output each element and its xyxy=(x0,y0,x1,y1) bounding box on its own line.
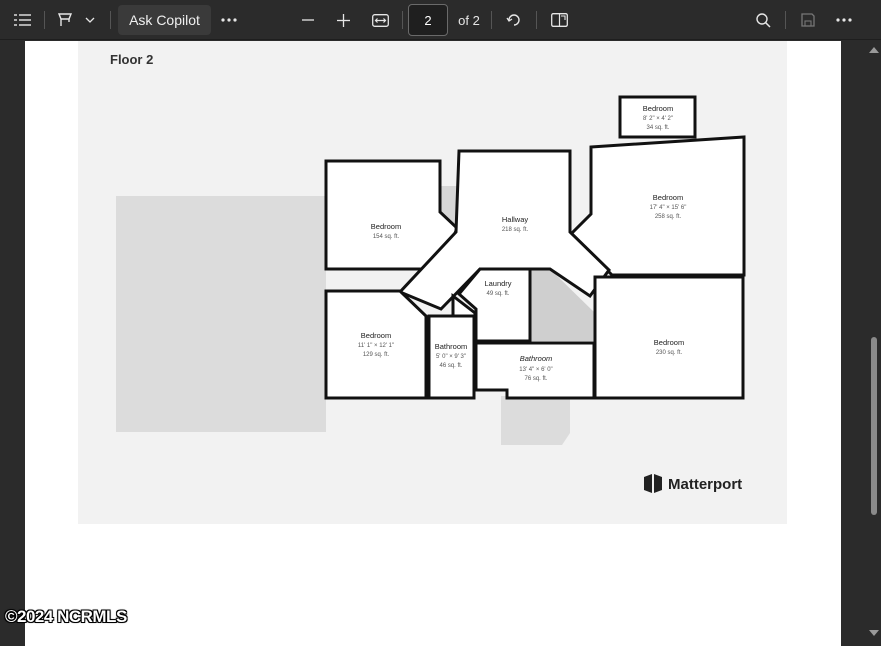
ask-copilot-button[interactable]: Ask Copilot xyxy=(118,5,211,35)
room-name: Bathroom xyxy=(435,342,468,351)
room-area: 154 sq. ft. xyxy=(373,234,400,240)
room-area: 129 sq. ft. xyxy=(363,352,390,358)
matterport-wordmark: Matterport xyxy=(668,476,742,493)
room-name: Bedroom xyxy=(371,222,401,231)
toolbar-divider xyxy=(110,11,111,29)
page-total-label: of 2 xyxy=(458,12,480,28)
rotate-icon[interactable] xyxy=(501,5,527,35)
more-icon[interactable] xyxy=(831,5,857,35)
pdf-page: Floor 2 Bedroom 8' 2" × 4' 2" 34 sq. ft.… xyxy=(25,41,841,646)
toolbar-divider xyxy=(402,11,403,29)
room-dimensions: 17' 4" × 15' 6" xyxy=(650,205,687,211)
exterior-shade xyxy=(116,196,326,432)
room-area: 218 sq. ft. xyxy=(502,227,529,233)
room-area: 258 sq. ft. xyxy=(655,214,682,220)
zoom-out-icon[interactable] xyxy=(295,5,321,35)
vertical-scrollbar[interactable] xyxy=(866,41,881,646)
fit-width-icon[interactable] xyxy=(366,5,394,35)
toolbar-divider xyxy=(536,11,537,29)
scroll-down-icon[interactable] xyxy=(869,630,879,636)
pdf-toolbar: Ask Copilot 2 of 2 xyxy=(0,0,881,40)
scrollbar-thumb[interactable] xyxy=(871,337,877,515)
room-name: Bathroom xyxy=(520,354,553,363)
copyright-watermark: ©2024 NCRMLS xyxy=(5,607,127,626)
exterior-shade xyxy=(501,396,570,445)
room-name: Laundry xyxy=(484,279,511,288)
room-area: 230 sq. ft. xyxy=(656,350,683,356)
matterport-logo: Matterport xyxy=(644,474,742,493)
document-viewer[interactable]: Floor 2 Bedroom 8' 2" × 4' 2" 34 sq. ft.… xyxy=(0,41,881,646)
more-icon[interactable] xyxy=(216,5,242,35)
room-dimensions: 13' 4" × 6' 0" xyxy=(519,367,552,373)
room-dimensions: 11' 1" × 12' 1" xyxy=(358,343,394,349)
draw-icon[interactable] xyxy=(52,5,78,35)
floor-plan-drawing: Bedroom 8' 2" × 4' 2" 34 sq. ft. Bedroom… xyxy=(116,95,746,493)
room-dimensions: 5' 0" × 9' 3" xyxy=(436,354,466,360)
room-name: Hallway xyxy=(502,215,529,224)
save-icon[interactable] xyxy=(795,5,821,35)
room-name: Bedroom xyxy=(654,338,684,347)
page-view-icon[interactable] xyxy=(546,5,572,35)
scroll-up-icon[interactable] xyxy=(869,47,879,53)
chevron-down-icon[interactable] xyxy=(80,5,100,35)
zoom-in-icon[interactable] xyxy=(330,5,356,35)
room-area: 49 sq. ft. xyxy=(486,291,509,297)
toolbar-divider xyxy=(491,11,492,29)
room-area: 76 sq. ft. xyxy=(524,376,547,382)
search-icon[interactable] xyxy=(750,5,776,35)
room-name: Bedroom xyxy=(361,331,391,340)
room-dimensions: 8' 2" × 4' 2" xyxy=(643,116,673,122)
floor-plan: Floor 2 Bedroom 8' 2" × 4' 2" 34 sq. ft.… xyxy=(78,41,787,524)
room-name: Bedroom xyxy=(653,193,683,202)
toolbar-divider xyxy=(44,11,45,29)
room-area: 34 sq. ft. xyxy=(646,125,669,131)
room-name: Bedroom xyxy=(643,104,673,113)
toolbar-divider xyxy=(785,11,786,29)
page-number-input[interactable]: 2 xyxy=(408,4,448,36)
room-area: 46 sq. ft. xyxy=(439,363,462,369)
contents-icon[interactable] xyxy=(8,5,38,35)
